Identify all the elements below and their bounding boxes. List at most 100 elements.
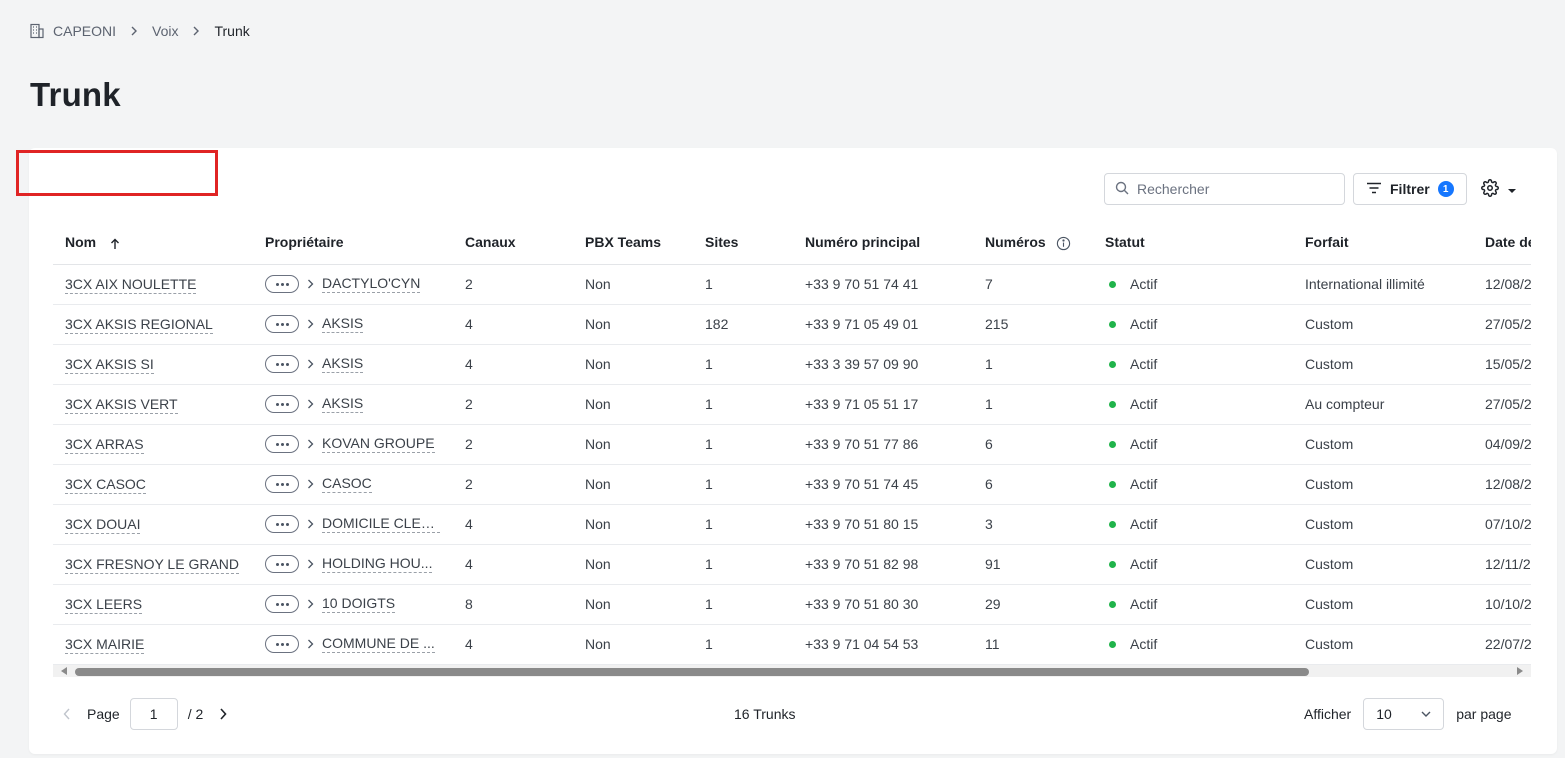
cell-proprietaire: KOVAN GROUPE: [253, 424, 453, 465]
cell-nom: 3CX DOUAI: [53, 504, 253, 545]
cell-proprietaire: DOMICILE CLEAN: [253, 504, 453, 545]
column-header-numero-principal[interactable]: Numéro principal: [793, 221, 973, 265]
column-header-sites[interactable]: Sites: [693, 221, 793, 265]
search-field[interactable]: [1104, 173, 1345, 205]
cell-sites: 1: [693, 464, 793, 505]
trunk-name-link[interactable]: 3CX MAIRIE: [65, 636, 145, 654]
trunk-name-link[interactable]: 3CX ARRAS: [65, 436, 144, 454]
table-row[interactable]: 3CX AKSIS REGIONAL AKSIS 4 Non 182 +33 9…: [53, 304, 1531, 345]
owner-link[interactable]: AKSIS: [322, 315, 364, 333]
cell-numero-principal: +33 9 70 51 80 30: [793, 584, 973, 625]
cell-numero-principal: +33 9 70 51 80 15: [793, 504, 973, 545]
more-options-icon[interactable]: [265, 275, 299, 293]
more-options-icon[interactable]: [265, 355, 299, 373]
scroll-right-arrow-icon[interactable]: [1517, 667, 1523, 675]
status-dot: [1109, 600, 1116, 608]
owner-link[interactable]: AKSIS: [322, 395, 364, 413]
search-input[interactable]: [1137, 181, 1327, 197]
owner-link[interactable]: DACTYLO'CYN: [322, 275, 421, 293]
cell-sites: 1: [693, 584, 793, 625]
more-options-icon[interactable]: [265, 555, 299, 573]
table-row[interactable]: 3CX AIX NOULETTE DACTYLO'CYN 2 Non 1 +33…: [53, 264, 1531, 305]
cell-nom: 3CX AKSIS REGIONAL: [53, 304, 253, 345]
table-row[interactable]: 3CX ARRAS KOVAN GROUPE 2 Non 1 +33 9 70 …: [53, 424, 1531, 465]
page-number-input[interactable]: [129, 698, 178, 730]
table-row[interactable]: 3CX AKSIS SI AKSIS 4 Non 1 +33 3 39 57 0…: [53, 344, 1531, 385]
more-options-icon[interactable]: [265, 515, 299, 533]
owner-link[interactable]: CASOC: [322, 475, 372, 493]
previous-page-icon[interactable]: [63, 708, 71, 720]
table-row[interactable]: 3CX LEERS 10 DOIGTS 8 Non 1 +33 9 70 51 …: [53, 584, 1531, 625]
status-label: Actif: [1130, 356, 1158, 372]
owner-link[interactable]: AKSIS: [322, 355, 364, 373]
status-label: Actif: [1130, 436, 1158, 452]
table-row[interactable]: 3CX AKSIS VERT AKSIS 2 Non 1 +33 9 71 05…: [53, 384, 1531, 425]
cell-forfait: Custom: [1293, 584, 1473, 625]
filter-button[interactable]: Filtrer 1: [1353, 173, 1467, 205]
more-options-icon[interactable]: [265, 475, 299, 493]
cell-numero-principal: +33 9 70 51 74 41: [793, 264, 973, 305]
column-header-pbx-teams[interactable]: PBX Teams: [573, 221, 693, 265]
trunk-name-link[interactable]: 3CX FRESNOY LE GRAND: [65, 556, 240, 574]
per-page-select[interactable]: 10: [1363, 698, 1445, 730]
status-label: Actif: [1130, 396, 1158, 412]
more-options-icon[interactable]: [265, 595, 299, 613]
scroll-left-arrow-icon[interactable]: [61, 667, 67, 675]
owner-link[interactable]: KOVAN GROUPE: [322, 435, 435, 453]
more-options-icon[interactable]: [265, 395, 299, 413]
info-icon[interactable]: [1056, 236, 1071, 251]
chevron-right-icon: [307, 519, 314, 529]
column-header-statut[interactable]: Statut: [1093, 221, 1293, 265]
cell-pbx-teams: Non: [573, 424, 693, 465]
owner-link[interactable]: DOMICILE CLEAN: [322, 515, 440, 533]
column-header-canaux[interactable]: Canaux: [453, 221, 573, 265]
more-options-icon[interactable]: [265, 315, 299, 333]
cell-date: 07/10/2: [1473, 504, 1531, 545]
trunk-name-link[interactable]: 3CX LEERS: [65, 596, 143, 614]
cell-date: 22/07/2: [1473, 624, 1531, 665]
cell-date: 27/05/2: [1473, 304, 1531, 345]
table-row[interactable]: 3CX DOUAI DOMICILE CLEAN 4 Non 1 +33 9 7…: [53, 504, 1531, 545]
cell-canaux: 4: [453, 344, 573, 385]
status-dot: [1109, 280, 1116, 288]
owner-link[interactable]: 10 DOIGTS: [322, 595, 396, 613]
cell-canaux: 2: [453, 384, 573, 425]
table-row[interactable]: 3CX CASOC CASOC 2 Non 1 +33 9 70 51 74 4…: [53, 464, 1531, 505]
column-header-nom[interactable]: Nom: [53, 221, 253, 265]
column-header-numeros[interactable]: Numéros: [973, 221, 1093, 265]
breadcrumb-section[interactable]: Voix: [152, 23, 178, 39]
sort-ascending-icon[interactable]: [110, 238, 120, 250]
owner-link[interactable]: HOLDING HOU...: [322, 555, 433, 573]
column-header-date[interactable]: Date de: [1473, 221, 1531, 265]
scrollbar-thumb[interactable]: [75, 668, 1309, 676]
trunk-name-link[interactable]: 3CX AKSIS REGIONAL: [65, 316, 213, 334]
trunk-name-link[interactable]: 3CX AIX NOULETTE: [65, 276, 197, 294]
table-row[interactable]: 3CX MAIRIE COMMUNE DE ... 4 Non 1 +33 9 …: [53, 624, 1531, 665]
horizontal-scrollbar[interactable]: [53, 665, 1531, 677]
cell-date: 27/05/2: [1473, 384, 1531, 425]
more-options-icon[interactable]: [265, 435, 299, 453]
cell-forfait: International illimité: [1293, 264, 1473, 305]
trunk-name-link[interactable]: 3CX AKSIS SI: [65, 356, 154, 374]
trunk-name-link[interactable]: 3CX CASOC: [65, 476, 146, 494]
status-dot: [1109, 400, 1116, 408]
breadcrumb-org[interactable]: CAPEONI: [53, 23, 116, 39]
chevron-right-icon: [307, 479, 314, 489]
trunk-name-link[interactable]: 3CX DOUAI: [65, 516, 141, 534]
owner-link[interactable]: COMMUNE DE ...: [322, 635, 435, 653]
status-label: Actif: [1130, 556, 1158, 572]
cell-statut: Actif: [1093, 624, 1293, 665]
more-options-icon[interactable]: [265, 635, 299, 653]
column-header-forfait[interactable]: Forfait: [1293, 221, 1473, 265]
cell-numero-principal: +33 9 71 05 49 01: [793, 304, 973, 345]
cell-nom: 3CX ARRAS: [53, 424, 253, 465]
next-page-icon[interactable]: [219, 708, 227, 720]
cell-proprietaire: HOLDING HOU...: [253, 544, 453, 585]
column-header-proprietaire[interactable]: Propriétaire: [253, 221, 453, 265]
table-row[interactable]: 3CX FRESNOY LE GRAND HOLDING HOU... 4 No…: [53, 544, 1531, 585]
cell-proprietaire: COMMUNE DE ...: [253, 624, 453, 665]
trunk-table: Nom Propriétaire Canaux PBX Teams Sites …: [53, 221, 1531, 676]
trunk-name-link[interactable]: 3CX AKSIS VERT: [65, 396, 178, 414]
cell-statut: Actif: [1093, 264, 1293, 305]
column-settings-button[interactable]: [1481, 177, 1517, 201]
